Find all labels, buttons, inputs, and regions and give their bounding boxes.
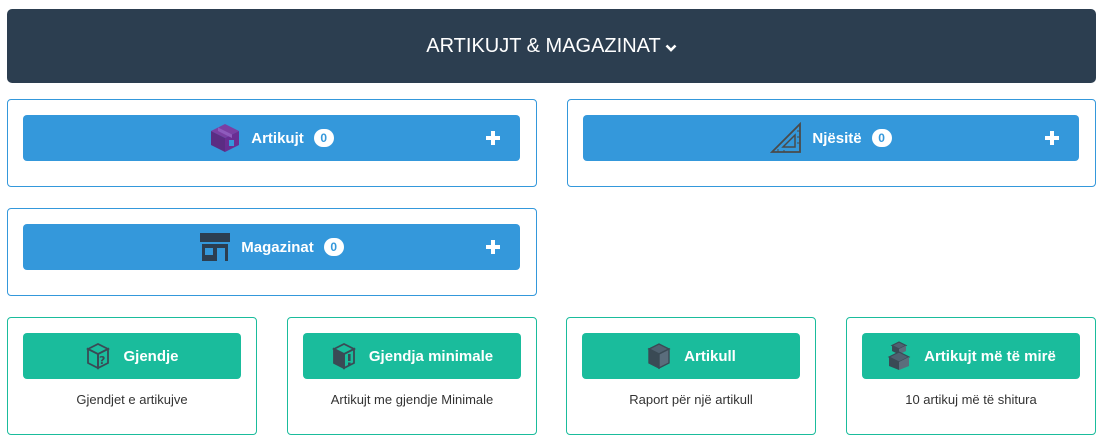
box-icon — [209, 122, 241, 154]
best-items-report-button[interactable]: Artikujt më të mirë — [862, 333, 1080, 379]
minimum-stock-report-button[interactable]: Gjendja minimale — [303, 333, 521, 379]
item-report-description: Raport për një artikull — [629, 392, 753, 407]
report-panel-best: Artikujt më të mirë 10 artikuj më të shi… — [846, 317, 1096, 435]
add-unit-icon[interactable] — [1045, 131, 1059, 145]
box-alert-icon — [331, 342, 357, 370]
units-button[interactable]: Njësitë 0 — [583, 115, 1079, 161]
box-question-icon: ? — [85, 342, 111, 370]
report-panel-item: Artikull Raport për një artikull — [566, 317, 816, 435]
items-label: Artikujt — [251, 129, 304, 147]
warehouses-panel: Magazinat 0 — [7, 208, 537, 296]
warehouses-button[interactable]: Magazinat 0 — [23, 224, 520, 270]
report-panel-stock: ? Gjendje Gjendjet e artikujve — [7, 317, 257, 435]
warehouses-label: Magazinat — [241, 238, 314, 256]
section-header[interactable]: ARTIKUJT & MAGAZINAT — [7, 9, 1096, 83]
add-item-icon[interactable] — [486, 131, 500, 145]
add-warehouse-icon[interactable] — [486, 240, 500, 254]
best-items-report-description: 10 artikuj më të shitura — [905, 392, 1037, 407]
stock-report-button[interactable]: ? Gjendje — [23, 333, 241, 379]
warehouses-count-badge: 0 — [323, 238, 344, 256]
units-count-badge: 0 — [871, 129, 892, 147]
stock-report-label: Gjendje — [123, 347, 179, 365]
best-items-report-label: Artikujt më të mirë — [924, 347, 1056, 365]
box-icon — [646, 342, 672, 370]
section-title: ARTIKUJT & MAGAZINAT — [426, 34, 661, 57]
boxes-stacked-icon — [886, 341, 912, 371]
units-panel: Njësitë 0 — [567, 99, 1096, 187]
chevron-down-icon — [665, 43, 677, 53]
minimum-stock-report-label: Gjendja minimale — [368, 347, 494, 365]
minimum-stock-report-description: Artikujt me gjendje Minimale — [330, 392, 494, 407]
item-report-button[interactable]: Artikull — [582, 333, 800, 379]
units-label: Njësitë — [812, 129, 862, 147]
stock-report-description: Gjendjet e artikujve — [76, 392, 188, 407]
report-panel-minimum: Gjendja minimale Artikujt me gjendje Min… — [287, 317, 537, 435]
store-icon — [199, 232, 231, 262]
items-count-badge: 0 — [313, 129, 334, 147]
item-report-label: Artikull — [684, 347, 736, 365]
items-button[interactable]: Artikujt 0 — [23, 115, 520, 161]
items-panel: Artikujt 0 — [7, 99, 537, 187]
svg-text:?: ? — [99, 354, 105, 367]
set-square-icon — [770, 122, 802, 154]
